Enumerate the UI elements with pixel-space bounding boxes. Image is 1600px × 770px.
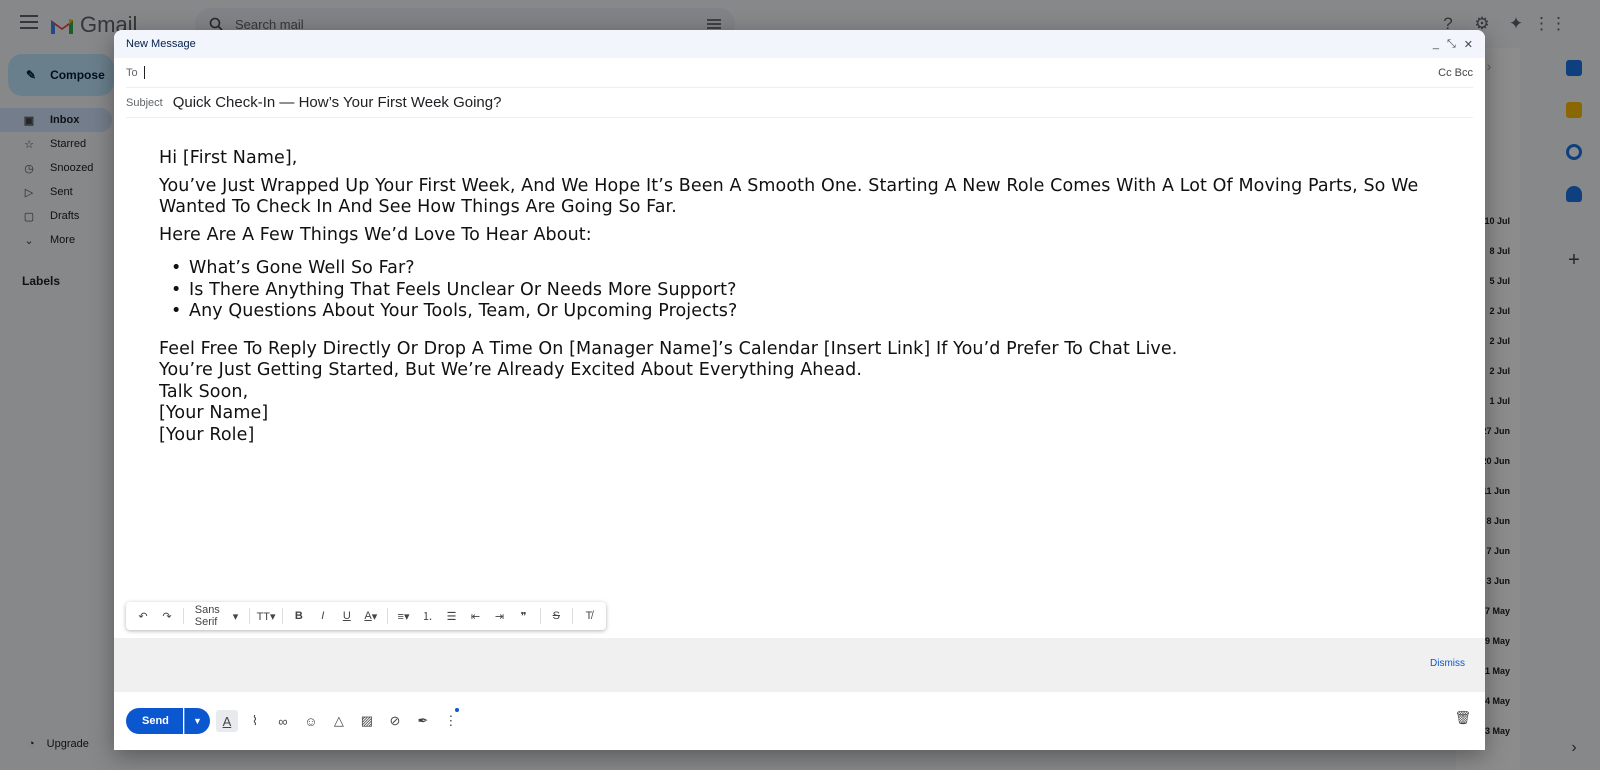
greeting: Hi [First Name],	[159, 148, 298, 168]
notification-dot	[454, 708, 459, 712]
strikethrough-icon[interactable]: S	[545, 605, 567, 627]
body-paragraph: Here Are A Few Things We’d Love To Hear …	[159, 224, 592, 245]
font-select-label: Sans Serif	[194, 604, 220, 628]
toolbar-divider	[249, 608, 251, 624]
close-icon[interactable]: ✕	[1464, 38, 1473, 51]
indent-less-icon[interactable]: ⇤	[465, 605, 487, 627]
subject-label: Subject	[126, 96, 163, 109]
indent-more-icon[interactable]: ⇥	[489, 605, 511, 627]
font-select[interactable]: Sans Serif ▾	[189, 604, 245, 628]
compose-actions: Send ▼ A ⌇ ∞ ☺ △ ▨ ⊘ ✒ ⋮ 🗑	[114, 692, 1485, 750]
italic-icon[interactable]: I	[312, 605, 334, 627]
align-icon[interactable]: ≡▾	[393, 605, 415, 627]
body-paragraph: Feel Free To Reply Directly Or Drop A Ti…	[159, 338, 1178, 359]
insert-link-icon[interactable]: ∞	[272, 710, 294, 732]
exit-fullscreen-icon[interactable]: ⤡	[1447, 38, 1456, 51]
send-options-chevron-icon[interactable]: ▼	[183, 708, 210, 734]
toolbar-divider	[282, 608, 283, 624]
bulleted-list-icon[interactable]: ☰	[441, 605, 463, 627]
discard-draft-icon[interactable]: 🗑	[1454, 710, 1471, 726]
subject-value: Quick Check-In — How’s Your First Week G…	[172, 94, 502, 111]
subject-field[interactable]: Subject Quick Check-In — How’s Your Firs…	[126, 88, 1473, 118]
message-body[interactable]: Hi [First Name], You’ve Just Wrapped Up …	[159, 148, 1449, 446]
body-paragraph: You’re Just Getting Started, But We’re A…	[159, 360, 863, 380]
closing: Talk Soon,	[159, 381, 249, 402]
suggestion-bar: Dismiss	[114, 638, 1485, 692]
underline-icon[interactable]: U	[336, 605, 358, 627]
numbered-list-icon[interactable]: ⒈	[417, 605, 439, 627]
redo-icon[interactable]: ↷	[156, 605, 178, 627]
more-options-icon[interactable]: ⋮	[440, 708, 462, 732]
to-label: To	[126, 66, 138, 79]
text-cursor	[143, 66, 145, 79]
toolbar-divider	[572, 608, 573, 624]
cc-bcc-link[interactable]: Cc Bcc	[1438, 67, 1473, 79]
toolbar-divider	[183, 608, 184, 624]
signature-role: [Your Role]	[159, 424, 255, 445]
attach-file-icon[interactable]: ⌇	[244, 710, 266, 732]
text-color-icon[interactable]: A ▾	[360, 605, 382, 627]
confidential-mode-icon[interactable]: ⊘	[384, 710, 406, 732]
signature-icon[interactable]: ✒	[412, 710, 434, 732]
send-button[interactable]: Send	[126, 708, 183, 734]
quote-icon[interactable]: ❞	[513, 605, 535, 627]
toolbar-divider	[386, 608, 388, 624]
dismiss-link[interactable]: Dismiss	[1430, 658, 1465, 669]
insert-photo-icon[interactable]: ▨	[356, 710, 378, 732]
minimize-icon[interactable]: _	[1433, 38, 1439, 51]
signature-name: [Your Name]	[159, 403, 269, 423]
undo-icon[interactable]: ↶	[132, 605, 154, 627]
bold-icon[interactable]: B	[288, 605, 310, 627]
list-item: Any Questions About Your Tools, Team, Or…	[171, 301, 1449, 323]
question-list: What’s Gone Well So Far? Is There Anythi…	[159, 258, 1449, 323]
body-paragraph: You’ve Just Wrapped Up Your First Week, …	[159, 175, 1419, 218]
to-field[interactable]: To Cc Bcc	[126, 58, 1473, 88]
drive-icon[interactable]: △	[328, 710, 350, 732]
compose-title: New Message	[126, 38, 196, 50]
list-item: What’s Gone Well So Far?	[171, 258, 1449, 280]
compose-header: New Message _ ⤡ ✕	[114, 30, 1485, 58]
formatting-options-icon[interactable]: A	[215, 710, 238, 732]
list-item: Is There Anything That Feels Unclear Or …	[171, 280, 1449, 302]
compose-dialog: New Message _ ⤡ ✕ To Cc Bcc Subject Quic…	[114, 30, 1485, 750]
toolbar-divider	[539, 608, 541, 624]
remove-formatting-icon[interactable]: T̸	[578, 605, 600, 627]
formatting-toolbar: ↶ ↷ Sans Serif ▾ TT▾ B I U A ▾ ≡▾ ⒈ ☰ ⇤ ⇥…	[126, 602, 606, 630]
emoji-icon[interactable]: ☺	[300, 710, 322, 732]
font-size-icon[interactable]: TT▾	[255, 605, 277, 627]
